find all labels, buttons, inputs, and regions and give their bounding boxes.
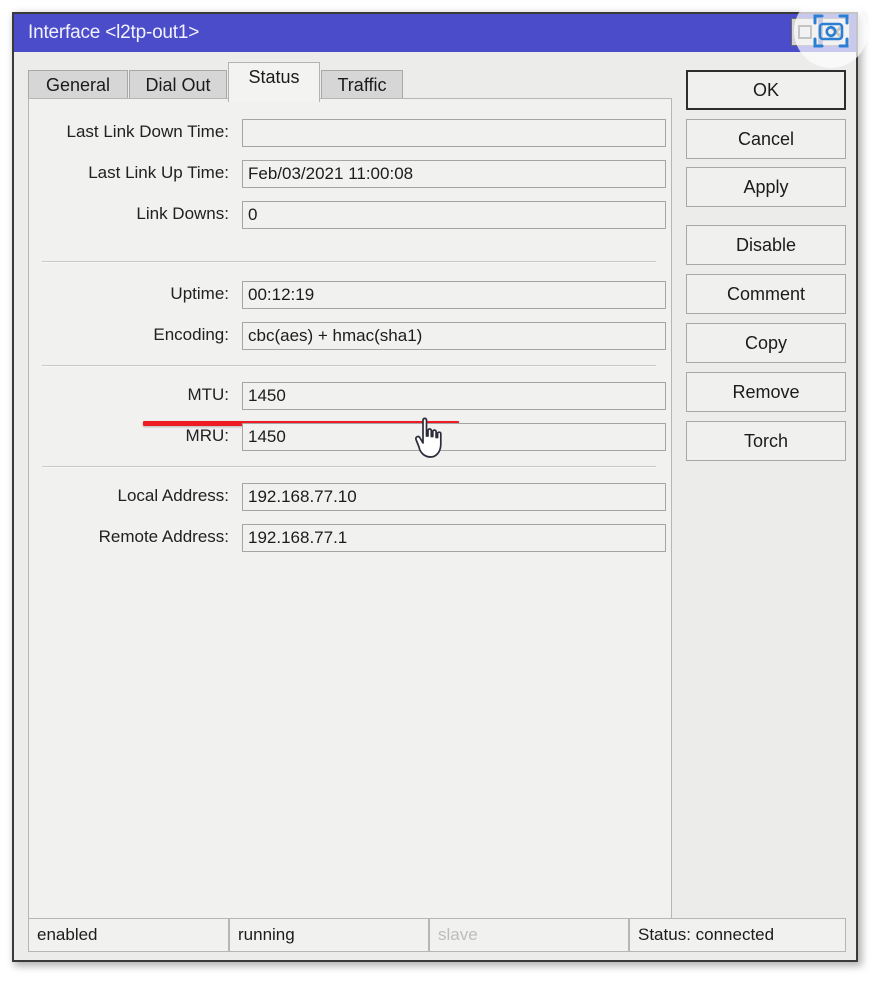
separator-1 (42, 261, 656, 263)
status-tab-panel: Last Link Down Time: Last Link Up Time: … (28, 98, 672, 920)
close-button[interactable] (822, 18, 850, 46)
remove-button[interactable]: Remove (686, 372, 846, 412)
separator-2 (42, 365, 656, 367)
ok-button[interactable]: OK (686, 70, 846, 110)
window-titlebar[interactable]: Interface <l2tp-out1> (14, 14, 856, 52)
comment-button[interactable]: Comment (686, 274, 846, 314)
separator-3 (42, 466, 656, 468)
field-row-mtu: MTU: (29, 382, 671, 410)
label-remote-address: Remote Address: (98, 527, 229, 546)
status-cell-status: Status: connected (629, 918, 846, 952)
label-mru: MRU: (185, 426, 229, 445)
input-link-downs[interactable] (242, 201, 666, 229)
close-icon (828, 24, 844, 40)
label-last-link-down-time: Last Link Down Time: (66, 122, 229, 141)
screenshot-root: Interface <l2tp-out1> General Dial Out S… (0, 0, 874, 981)
apply-button[interactable]: Apply (686, 167, 846, 207)
field-row-last-link-down-time: Last Link Down Time: (29, 119, 671, 147)
status-cell-running: running (229, 918, 429, 952)
input-encoding[interactable] (242, 322, 666, 350)
interface-dialog-window: Interface <l2tp-out1> General Dial Out S… (12, 12, 858, 962)
label-local-address: Local Address: (117, 486, 229, 505)
input-last-link-down-time[interactable] (242, 119, 666, 147)
status-cell-slave: slave (429, 918, 629, 952)
field-row-mru: MRU: (29, 423, 671, 451)
cancel-button[interactable]: Cancel (686, 119, 846, 159)
label-mtu: MTU: (187, 385, 229, 404)
input-mtu[interactable] (242, 382, 666, 410)
label-uptime: Uptime: (170, 284, 229, 303)
titlebar-button-group (791, 18, 850, 46)
label-link-downs: Link Downs: (136, 204, 229, 223)
field-row-remote-address: Remote Address: (29, 524, 671, 552)
window-title: Interface <l2tp-out1> (28, 22, 200, 43)
input-remote-address[interactable] (242, 524, 666, 552)
maximize-icon (798, 25, 812, 39)
input-local-address[interactable] (242, 483, 666, 511)
status-cell-enabled: enabled (28, 918, 229, 952)
tab-traffic[interactable]: Traffic (321, 70, 403, 100)
input-last-link-up-time[interactable] (242, 160, 666, 188)
label-last-link-up-time: Last Link Up Time: (88, 163, 229, 182)
input-uptime[interactable] (242, 281, 666, 309)
field-row-uptime: Uptime: (29, 281, 671, 309)
copy-button[interactable]: Copy (686, 323, 846, 363)
torch-button[interactable]: Torch (686, 421, 846, 461)
field-row-link-downs: Link Downs: (29, 201, 671, 229)
label-encoding: Encoding: (153, 325, 229, 344)
tab-status[interactable]: Status (228, 62, 320, 102)
maximize-button[interactable] (791, 18, 819, 46)
tab-dial-out[interactable]: Dial Out (129, 70, 227, 100)
field-row-encoding: Encoding: (29, 322, 671, 350)
field-row-local-address: Local Address: (29, 483, 671, 511)
disable-button[interactable]: Disable (686, 225, 846, 265)
field-row-last-link-up-time: Last Link Up Time: (29, 160, 671, 188)
input-mru[interactable] (242, 423, 666, 451)
status-bar: enabled running slave Status: connected (28, 918, 846, 952)
tab-general[interactable]: General (28, 70, 128, 100)
